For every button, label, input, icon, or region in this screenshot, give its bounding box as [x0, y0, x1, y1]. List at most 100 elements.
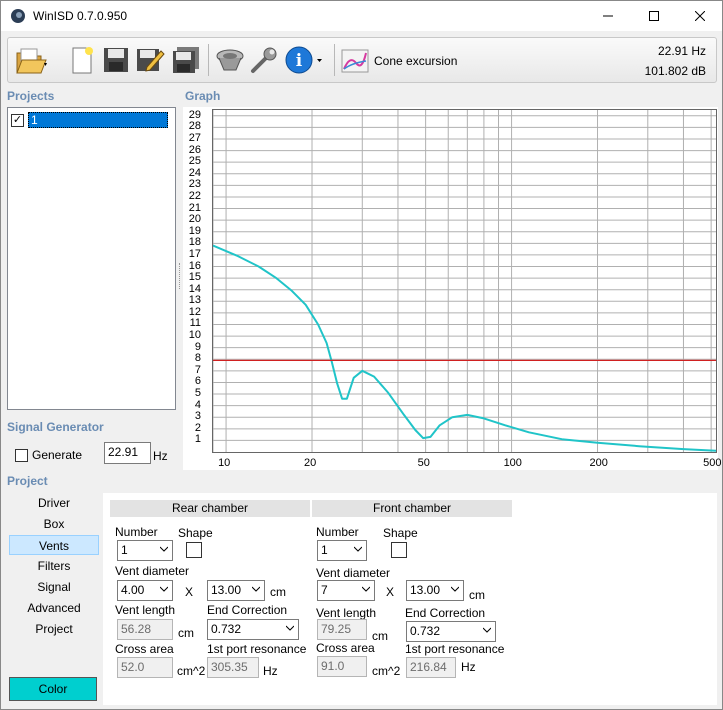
y-tick-label: 9 [194, 340, 201, 353]
nav-driver[interactable]: Driver [9, 493, 99, 513]
driver-editor-icon [216, 49, 244, 71]
chart-svg [213, 110, 716, 452]
project-section-label: Project [7, 474, 48, 488]
new-project-button[interactable] [66, 43, 98, 77]
rear-diameter-unit: cm [270, 585, 286, 599]
front-end-correction-label: End Correction [405, 606, 486, 620]
driver-editor-button[interactable] [214, 43, 246, 77]
y-tick-label: 12 [188, 305, 201, 318]
front-port-resonance-field[interactable]: 216.84 [406, 657, 456, 678]
y-tick-label: 16 [188, 259, 201, 272]
y-tick-label: 2 [194, 421, 201, 434]
signal-frequency-input[interactable]: 22.91 [104, 442, 151, 464]
y-tick-label: 6 [194, 375, 201, 388]
y-tick-label: 29 [188, 108, 201, 121]
toolbar-separator [334, 44, 335, 76]
open-folder-button[interactable] [14, 43, 50, 77]
rear-cross-area-field[interactable]: 52.0 [117, 657, 173, 678]
generate-toggle[interactable]: Generate [15, 448, 82, 462]
rear-vent-length-field[interactable]: 56.28 [117, 619, 173, 640]
front-shape-toggle[interactable] [391, 542, 407, 558]
front-number-label: Number [316, 525, 359, 539]
x-tick-label: 10 [218, 457, 231, 469]
rear-number-select[interactable]: 1 [117, 540, 173, 561]
front-cross-area-unit: cm^2 [372, 664, 401, 678]
front-end-correction-value: 0.732 [410, 624, 441, 638]
graph-type-label: Cone excursion [374, 54, 458, 68]
nav-vents[interactable]: Vents [9, 535, 99, 555]
y-tick-label: 22 [188, 189, 201, 202]
color-button[interactable]: Color [9, 677, 97, 701]
settings-button[interactable] [248, 43, 280, 77]
y-tick-label: 5 [194, 387, 201, 400]
nav-advanced[interactable]: Advanced [9, 598, 99, 618]
rear-chamber-header: Rear chamber [110, 500, 310, 517]
chevron-down-icon [483, 627, 491, 633]
save-button[interactable] [100, 43, 132, 77]
close-button[interactable] [677, 1, 723, 31]
front-diameter2-value: 13.00 [410, 583, 441, 597]
graph-type-selector[interactable]: Cone excursion [340, 46, 457, 76]
rear-port-resonance-label: 1st port resonance [207, 642, 307, 656]
info-button[interactable]: i [284, 43, 324, 77]
chart-icon [341, 49, 369, 73]
maximize-button[interactable] [631, 1, 677, 31]
rear-vent-diameter-label: Vent diameter [115, 564, 190, 578]
title-bar: WinISD 0.7.0.950 [1, 1, 722, 31]
y-tick-label: 13 [188, 294, 201, 307]
y-tick-label: 23 [188, 178, 201, 191]
front-number-value: 1 [321, 543, 328, 557]
save-as-button[interactable] [134, 43, 166, 77]
x-tick-label: 200 [589, 457, 608, 469]
y-tick-label: 10 [188, 329, 201, 342]
nav-project[interactable]: Project [9, 619, 99, 639]
nav-filters[interactable]: Filters [9, 556, 99, 576]
nav-signal[interactable]: Signal [9, 577, 99, 597]
nav-box[interactable]: Box [9, 514, 99, 534]
x-tick-label: 20 [304, 457, 317, 469]
open-folder-icon [16, 48, 47, 74]
rear-diameter-value: 4.00 [121, 583, 145, 597]
list-item[interactable]: ✓ 1 [11, 112, 168, 128]
projects-list[interactable]: ✓ 1 [7, 107, 176, 410]
rear-end-correction-select[interactable]: 0.732 [207, 619, 299, 640]
generate-checkbox[interactable] [15, 448, 28, 462]
readout-level: 101.802 dB [644, 64, 706, 78]
front-vent-length-field[interactable]: 79.25 [317, 619, 367, 640]
minimize-button[interactable] [585, 1, 631, 31]
front-port-resonance-unit: Hz [461, 660, 476, 674]
toolbar-separator [208, 44, 209, 76]
rear-port-resonance-unit: Hz [263, 664, 278, 678]
window-title: WinISD 0.7.0.950 [33, 9, 128, 23]
app-window: WinISD 0.7.0.950 i Cone excursion 22.91 … [0, 0, 723, 710]
y-tick-label: 11 [189, 317, 201, 330]
rear-shape-label: Shape [178, 526, 213, 540]
front-number-select[interactable]: 1 [317, 540, 367, 561]
front-cross-area-label: Cross area [316, 641, 375, 655]
y-tick-label: 27 [188, 131, 201, 144]
front-diameter-select[interactable]: 7 [317, 580, 375, 601]
rear-diameter2-value: 13.00 [211, 583, 242, 597]
chevron-down-icon [362, 586, 370, 592]
readout-frequency: 22.91 Hz [657, 44, 706, 58]
save-all-button[interactable] [170, 43, 202, 77]
front-port-resonance-label: 1st port resonance [405, 642, 505, 656]
chart-plot[interactable] [212, 109, 717, 453]
x-tick-label: 500 [703, 457, 722, 469]
y-tick-label: 28 [188, 120, 201, 133]
rear-shape-toggle[interactable] [186, 542, 202, 558]
project-checkbox[interactable]: ✓ [11, 113, 24, 127]
front-vent-diameter-label: Vent diameter [316, 566, 391, 580]
rear-end-correction-value: 0.732 [211, 622, 242, 636]
rear-port-resonance-field[interactable]: 305.35 [207, 657, 259, 678]
front-diameter2-select[interactable]: 13.00 [406, 580, 464, 601]
chevron-down-icon [286, 625, 294, 631]
y-tick-label: 26 [188, 143, 201, 156]
y-tick-label: 17 [188, 247, 201, 260]
rear-diameter-select[interactable]: 4.00 [117, 580, 173, 601]
front-vent-length-label: Vent length [316, 606, 377, 620]
front-cross-area-field[interactable]: 91.0 [317, 656, 367, 677]
rear-cross-area-unit: cm^2 [177, 664, 206, 678]
rear-diameter2-select[interactable]: 13.00 [207, 580, 265, 601]
front-end-correction-select[interactable]: 0.732 [406, 621, 496, 642]
